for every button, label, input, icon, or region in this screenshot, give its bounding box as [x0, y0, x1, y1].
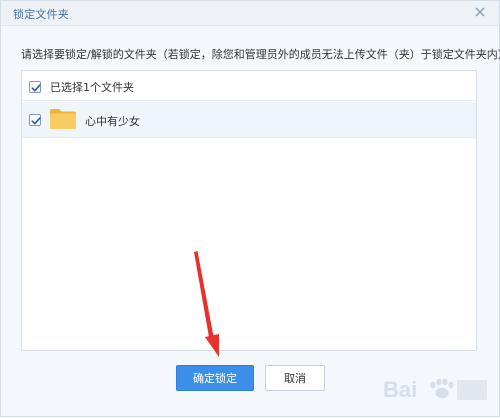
select-all-label: 已选择1个文件夹 [50, 81, 134, 94]
folder-icon [49, 108, 77, 130]
paw-icon [430, 378, 454, 399]
folder-name: 心中有少女 [85, 115, 140, 128]
close-button[interactable] [471, 3, 489, 21]
folder-checkbox[interactable] [29, 114, 41, 126]
folder-list-panel: 已选择1个文件夹 心中有少女 [21, 70, 477, 351]
checkmark-icon [31, 84, 41, 92]
baidu-watermark: Bai [381, 370, 491, 410]
dialog-title: 锁定文件夹 [13, 8, 69, 21]
dialog-description: 请选择要锁定/解锁的文件夹（若锁定，除您和管理员外的成员无法上传文件（夹）于锁定… [21, 48, 500, 61]
select-all-row[interactable]: 已选择1个文件夹 [22, 71, 476, 101]
dialog-titlebar: 锁定文件夹 [1, 1, 499, 26]
close-icon [475, 7, 485, 17]
cancel-button[interactable]: 取消 [265, 365, 325, 391]
checkmark-icon [31, 117, 41, 125]
folder-row[interactable]: 心中有少女 [22, 102, 476, 138]
select-all-checkbox[interactable] [29, 81, 41, 93]
confirm-lock-button[interactable]: 确定锁定 [176, 365, 254, 391]
watermark-text: Bai [383, 377, 417, 402]
lock-folder-dialog: 锁定文件夹 请选择要锁定/解锁的文件夹（若锁定，除您和管理员外的成员无法上传文件… [0, 0, 500, 417]
